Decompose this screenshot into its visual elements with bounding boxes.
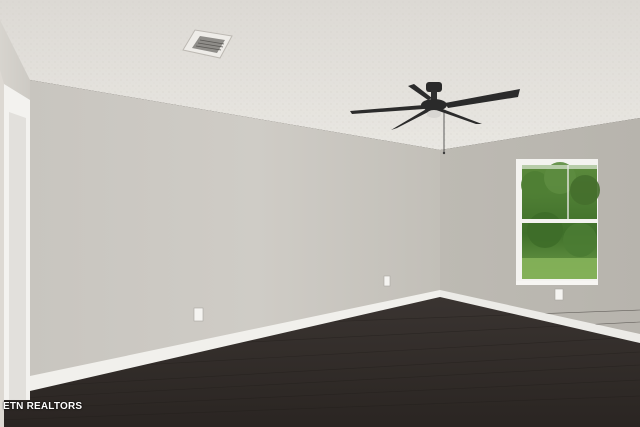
empty-room-photo: ETN REALTORS (0, 0, 640, 427)
window (516, 159, 600, 285)
realtor-watermark: ETN REALTORS (3, 401, 83, 412)
wall-outlet-back (193, 307, 204, 322)
door-frame (0, 70, 30, 427)
wall-outlet-back-right (383, 275, 391, 287)
room-illustration (0, 0, 640, 427)
wall-outlet-right (554, 288, 564, 301)
